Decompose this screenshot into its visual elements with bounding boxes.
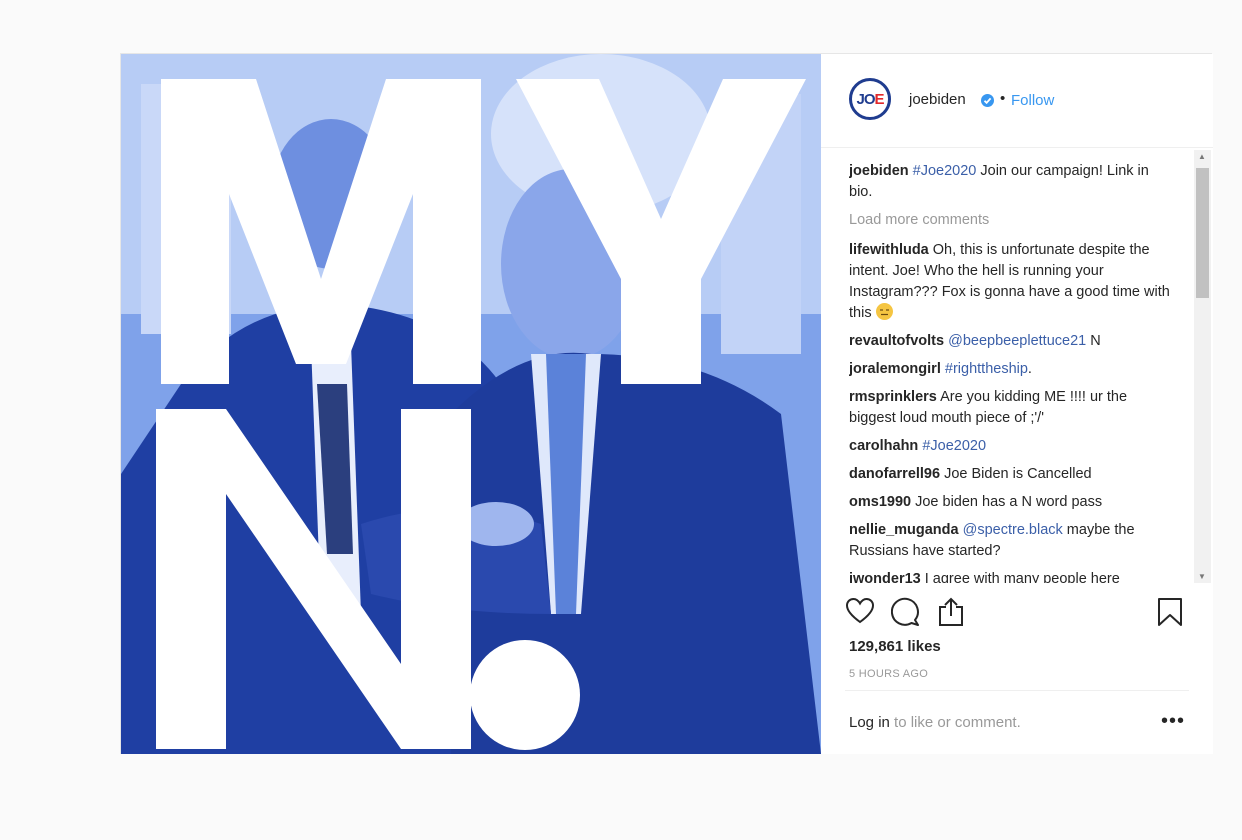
username[interactable]: joebiden [909,91,966,108]
post-timestamp: 5 HOURS AGO [849,668,929,680]
comment-item: lifewithluda Oh, this is unfortunate des… [849,240,1174,324]
comments-list[interactable]: joebiden #Joe2020 Join our campaign! Lin… [849,161,1174,583]
comment-username[interactable]: lifewithluda [849,242,929,258]
login-link[interactable]: Log in [849,714,890,731]
comment-username[interactable]: joralemongirl [849,361,941,377]
comment-mention[interactable]: @spectre.black [963,522,1063,538]
follow-button[interactable]: Follow [1011,92,1054,109]
comment-item: revaultofvolts @beepbeeplettuce21 N [849,331,1174,352]
post-sidebar: JO E joebiden • Follow joebiden #Joe2020 … [821,54,1213,754]
comment-hashtag[interactable]: #Joe2020 [922,438,986,454]
comment-icon[interactable] [890,597,921,632]
comment-text: Joe biden has a N word pass [911,494,1103,510]
comment-text-end: N [1086,333,1101,349]
post-image[interactable] [121,54,821,754]
verified-icon [981,94,994,107]
post-image-art [121,54,821,754]
post-header: JO E joebiden • Follow [821,54,1213,148]
action-bar [845,595,1185,629]
separator-dot: • [1000,90,1006,107]
login-prompt: Log in to like or comment. [849,714,1021,731]
comment-username[interactable]: danofarrell96 [849,466,940,482]
avatar-text: JO [856,90,875,108]
likes-count[interactable]: 129,861 likes [849,638,941,655]
comment-text: I agree with many people here [920,571,1120,583]
comment-username[interactable]: iwonder13 [849,571,921,583]
login-text: to like or comment. [889,714,1021,731]
comment-item: danofarrell96 Joe Biden is Cancelled [849,464,1174,485]
comment-mention[interactable]: @beepbeeplettuce21 [948,333,1086,349]
comment-item: nellie_muganda @spectre.black maybe the … [849,520,1174,562]
heart-icon[interactable] [845,597,875,630]
bookmark-icon[interactable] [1157,597,1183,632]
divider [845,690,1189,691]
expressionless-emoji-icon [875,303,893,320]
comment-text: Joe Biden is Cancelled [940,466,1092,482]
caption-hashtag[interactable]: #Joe2020 [913,163,977,179]
more-options-icon[interactable]: ••• [1161,710,1185,733]
scroll-down-icon[interactable]: ▼ [1198,572,1206,581]
comment-username[interactable]: rmsprinklers [849,389,937,405]
comment-item: joralemongirl #righttheship. [849,359,1174,380]
comment-item: iwonder13 I agree with many people here [849,569,1174,583]
share-icon[interactable] [937,597,965,632]
instagram-post: JO E joebiden • Follow joebiden #Joe2020 … [120,53,1213,754]
avatar-text-e: E [874,90,885,108]
comment-username[interactable]: oms1990 [849,494,911,510]
scrollbar-thumb[interactable] [1196,168,1209,298]
comment-item: carolhahn #Joe2020 [849,436,1174,457]
avatar[interactable]: JO E [849,78,891,120]
caption: joebiden #Joe2020 Join our campaign! Lin… [849,161,1174,203]
comment-item: oms1990 Joe biden has a N word pass [849,492,1174,513]
comment-item: rmsprinklers Are you kidding ME !!!! ur … [849,387,1174,429]
comment-username[interactable]: nellie_muganda [849,522,959,538]
scroll-up-icon[interactable]: ▲ [1198,152,1206,161]
load-more-comments[interactable]: Load more comments [849,210,1174,231]
comment-text-end: . [1027,361,1032,377]
comment-hashtag[interactable]: #righttheship [945,361,1028,377]
comment-username[interactable]: carolhahn [849,438,918,454]
caption-username[interactable]: joebiden [849,163,909,179]
comment-username[interactable]: revaultofvolts [849,333,944,349]
comments-scrollbar[interactable]: ▲ ▼ [1194,150,1211,583]
